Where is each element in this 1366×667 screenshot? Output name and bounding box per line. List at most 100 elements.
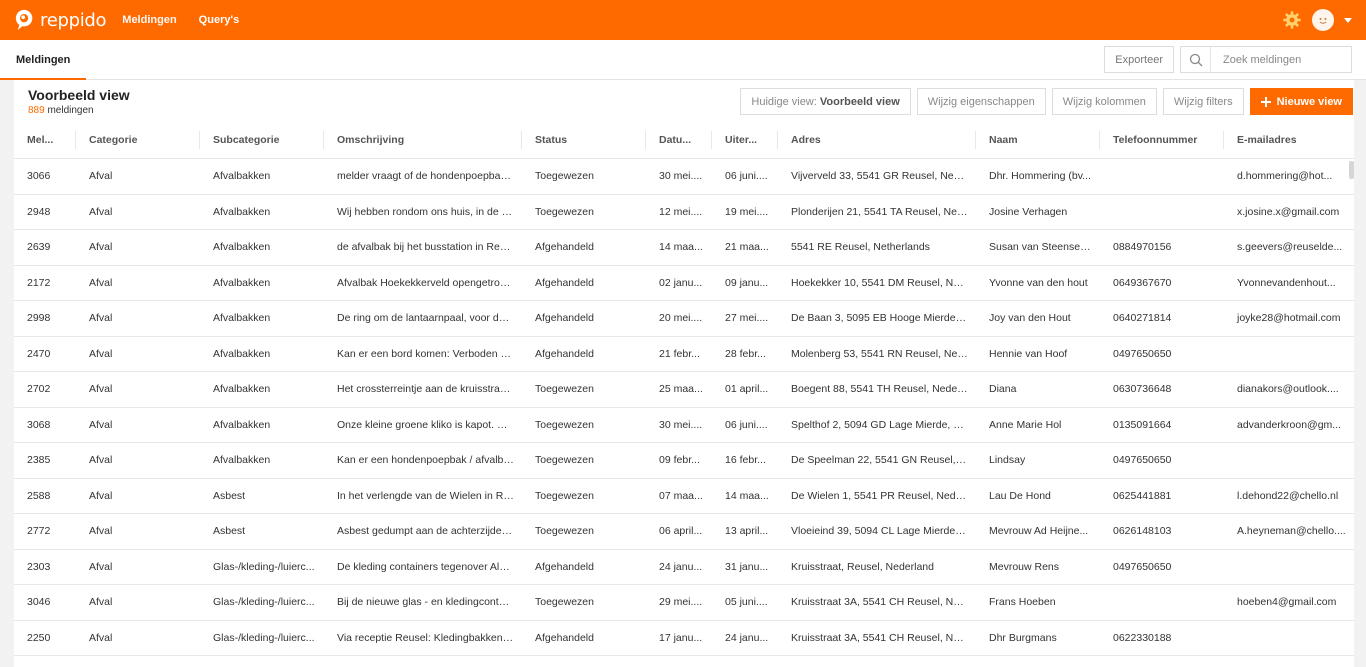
column-header-uiterlijk[interactable]: Uiter... (712, 131, 778, 149)
cell-omschrijving: melder vraagt of de hondenpoepbak... (337, 170, 515, 183)
cell-id: 3068 (27, 418, 51, 431)
column-header-categorie[interactable]: Categorie (76, 131, 200, 149)
cell-id: 2250 (27, 631, 51, 644)
chevron-down-icon[interactable] (1344, 17, 1352, 23)
search-box (1180, 46, 1352, 73)
cell-categorie: Afval (89, 276, 113, 289)
cell-status: Afgehandeld (535, 276, 594, 289)
table-row[interactable]: 2470 Afval Afvalbakken Kan er een bord kome… (14, 337, 1354, 372)
cell-uiterlijk: 06 juni.... (725, 170, 768, 183)
cell-uiterlijk: 01 april... (725, 383, 769, 396)
table-row[interactable]: 2250 Afval Glas-/kleding-/luierc... Via rec… (14, 621, 1354, 656)
edit-columns-button[interactable]: Wijzig kolommen (1051, 88, 1157, 115)
scrollbar[interactable] (1349, 161, 1354, 179)
view-header: Voorbeeld view 889 meldingen Huidige vie… (14, 80, 1354, 122)
search-input[interactable] (1211, 47, 1351, 72)
cell-subcategorie: Glas-/kleding-/luierc... (213, 560, 315, 573)
cell-naam: Yvonne van den hout (989, 276, 1088, 289)
cell-email: x.josine.x@gmail.com (1237, 205, 1340, 218)
cell-telefoon: 0884970156 (1113, 241, 1172, 254)
column-header-email[interactable]: E-mailadres (1224, 131, 1354, 149)
current-view-button[interactable]: Huidige view: Voorbeeld view (740, 88, 911, 115)
search-icon[interactable] (1181, 47, 1211, 72)
cell-status: Afgehandeld (535, 241, 594, 254)
column-header-omschrijving[interactable]: Omschrijving (324, 131, 522, 149)
cell-status: Toegewezen (535, 383, 594, 396)
nav-meldingen[interactable]: Meldingen (122, 14, 176, 26)
cell-categorie: Afval (89, 525, 113, 538)
cell-omschrijving: Bij de nieuwe glas - en kledingcontai... (337, 596, 516, 609)
cell-email: hoeben4@gmail.com (1237, 596, 1337, 609)
cell-email: Yvonnevandenhout... (1237, 276, 1336, 289)
cell-categorie: Afval (89, 312, 113, 325)
table-row[interactable]: 2303 Afval Glas-/kleding-/luierc... De kled… (14, 550, 1354, 585)
edit-properties-button[interactable]: Wijzig eigenschappen (916, 88, 1046, 115)
cell-datum: 12 mei.... (659, 205, 703, 218)
cell-datum: 14 maa... (659, 241, 703, 254)
export-button[interactable]: Exporteer (1104, 46, 1174, 73)
cell-uiterlijk: 14 maa... (725, 489, 769, 502)
cell-email: dianakors@outlook.... (1237, 383, 1339, 396)
cell-subcategorie: Afvalbakken (213, 418, 271, 431)
cell-uiterlijk: 09 janu... (725, 276, 769, 289)
column-header-datum[interactable]: Datu... (646, 131, 712, 149)
nav-querys[interactable]: Query's (199, 14, 240, 26)
column-header-telefoon[interactable]: Telefoonnummer (1100, 131, 1224, 149)
avatar[interactable] (1312, 9, 1334, 31)
table-row[interactable]: 2172 Afval Afvalbakken Afvalbak Hoekekkerve… (14, 266, 1354, 301)
column-header-naam[interactable]: Naam (976, 131, 1100, 149)
cell-uiterlijk: 19 mei.... (725, 205, 769, 218)
column-header-id[interactable]: Mel... (14, 131, 76, 149)
cell-telefoon: 0497650650 (1113, 347, 1172, 360)
new-view-button[interactable]: Nieuwe view (1249, 88, 1353, 115)
logo[interactable]: reppido (14, 9, 107, 31)
column-header-subcategorie[interactable]: Subcategorie (200, 131, 324, 149)
column-header-status[interactable]: Status (522, 131, 646, 149)
cell-datum: 29 mei.... (659, 596, 703, 609)
table-row[interactable]: 3068 Afval Afvalbakken Onze kleine groene k… (14, 408, 1354, 443)
cell-omschrijving: In het verlengde van de Wielen in Re... (337, 489, 518, 502)
cell-status: Toegewezen (535, 170, 594, 183)
table-row[interactable]: 2948 Afval Afvalbakken Wij hebben rondom on… (14, 195, 1354, 230)
table-row[interactable]: 2772 Afval Asbest Asbest gedumpt aan de ach… (14, 514, 1354, 550)
cell-telefoon: 0135091664 (1113, 418, 1172, 431)
table-row[interactable]: 3066 Afval Afvalbakken melder vraagt of de … (14, 159, 1354, 195)
cell-adres: De Speelman 22, 5541 GN Reusel, Ne... (791, 454, 976, 467)
cell-naam: Susan van Steensel-... (989, 241, 1095, 254)
gear-icon[interactable] (1282, 10, 1302, 30)
cell-uiterlijk: 21 maa... (725, 241, 769, 254)
cell-categorie: Afval (89, 383, 113, 396)
table-row[interactable]: 2385 Afval Afvalbakken Kan er een hondenpoe… (14, 443, 1354, 479)
cell-uiterlijk: 05 juni.... (725, 596, 768, 609)
cell-telefoon: 0640271814 (1113, 312, 1172, 325)
cell-telefoon: 0497650650 (1113, 560, 1172, 573)
cell-categorie: Afval (89, 205, 113, 218)
cell-omschrijving: Afvalbak Hoekekkerveld opengetrokk... (337, 276, 520, 289)
table-row[interactable]: 2588 Afval Asbest In het verlengde van de W… (14, 479, 1354, 514)
cell-status: Toegewezen (535, 489, 594, 502)
cell-datum: 17 janu... (659, 631, 703, 644)
result-count-number: 889 (28, 105, 45, 116)
cell-adres: Vloeieind 39, 5094 CL Lage Mierde, N... (791, 525, 976, 538)
edit-filters-button[interactable]: Wijzig filters (1162, 88, 1244, 115)
cell-naam: Josine Verhagen (989, 205, 1068, 218)
cell-datum: 30 mei.... (659, 170, 703, 183)
cell-naam: Diana (989, 383, 1017, 396)
cell-omschrijving: Kan er een hondenpoepbak / afvalba... (337, 454, 518, 467)
tab-meldingen[interactable]: Meldingen (0, 40, 87, 80)
column-header-adres[interactable]: Adres (778, 131, 976, 149)
cell-subcategorie: Glas-/kleding-/luierc... (213, 631, 315, 644)
cell-uiterlijk: 13 april... (725, 525, 769, 538)
cell-subcategorie: Asbest (213, 489, 246, 502)
view-title: Voorbeeld view (28, 87, 130, 103)
cell-subcategorie: Afvalbakken (213, 241, 271, 254)
cell-subcategorie: Afvalbakken (213, 347, 271, 360)
cell-telefoon: 0625441881 (1113, 489, 1172, 502)
table-row[interactable]: 2639 Afval Afvalbakken de afvalbak bij het … (14, 230, 1354, 266)
table-row[interactable]: 3046 Afval Glas-/kleding-/luierc... Bij de … (14, 585, 1354, 621)
cell-naam: Joy van den Hout (989, 312, 1071, 325)
table-row[interactable]: 2702 Afval Afvalbakken Het crossterreintje … (14, 372, 1354, 408)
table-row[interactable]: 2998 Afval Afvalbakken De ring om de lantaa… (14, 301, 1354, 337)
cell-telefoon: 0630736648 (1113, 383, 1172, 396)
cell-email: joyke28@hotmail.com (1237, 312, 1341, 325)
